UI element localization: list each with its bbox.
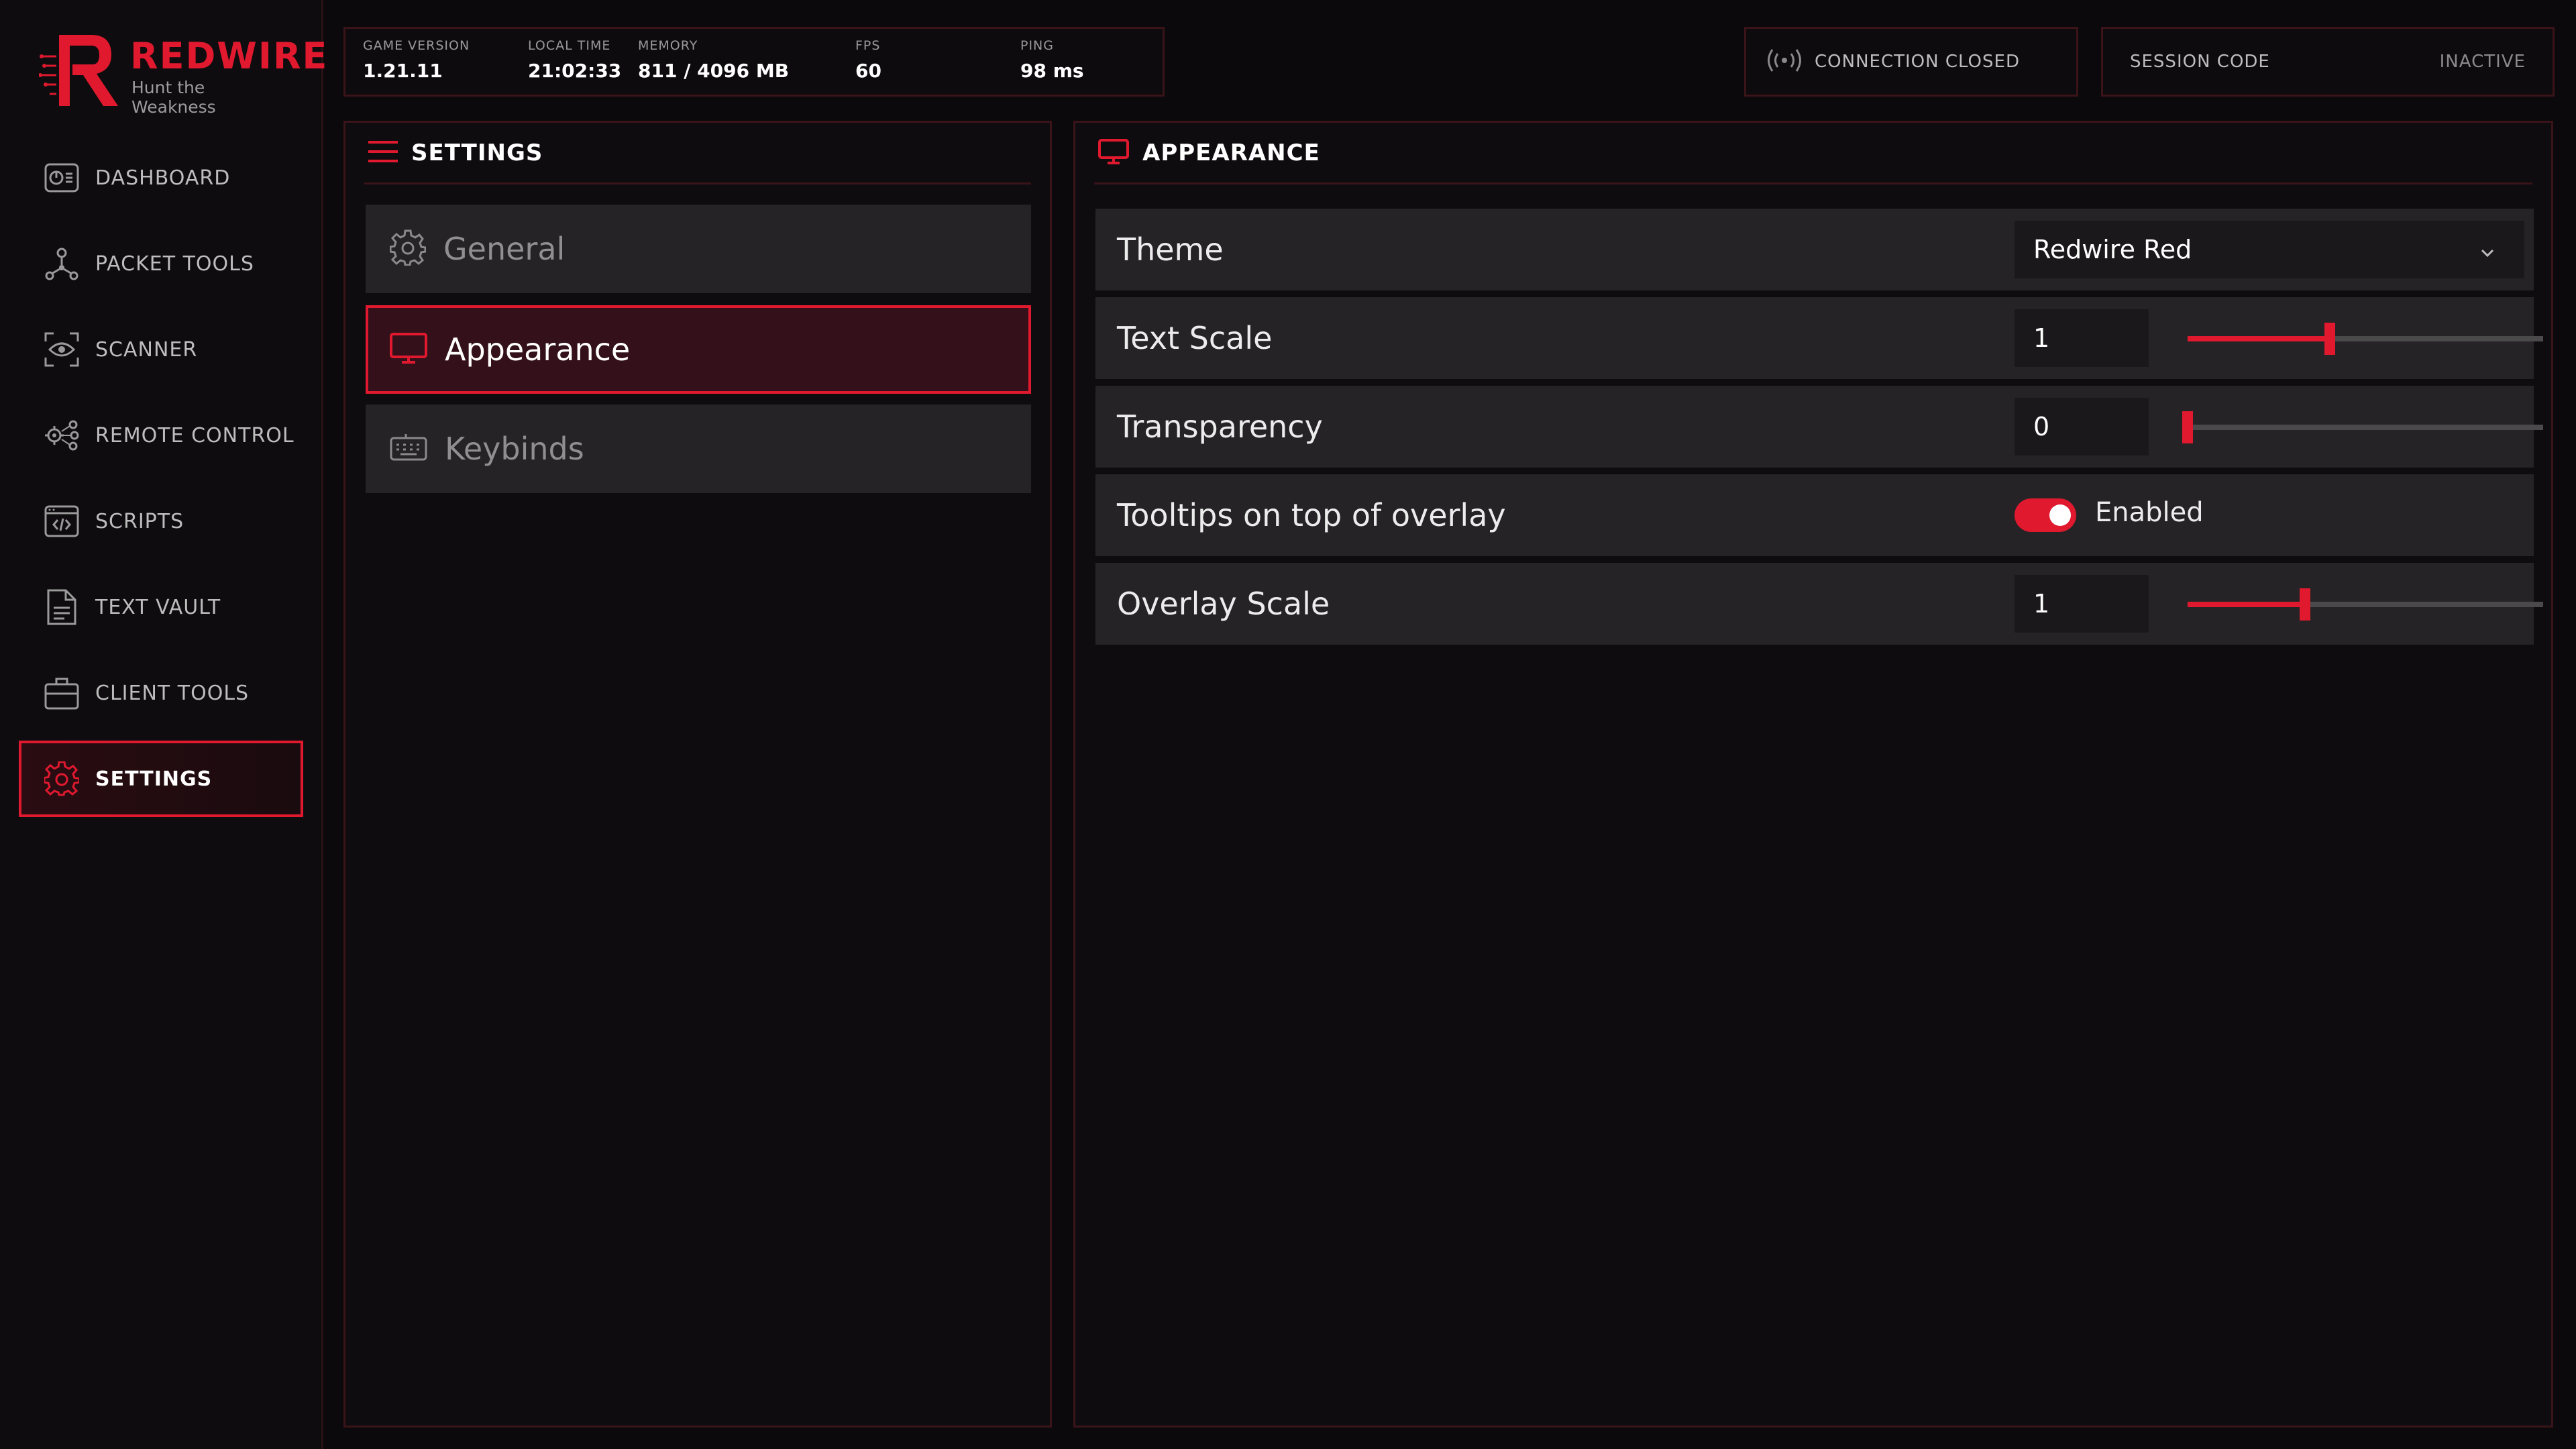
- sidebar-item-label: TEXT VAULT: [95, 595, 221, 619]
- stat-label: FPS: [855, 38, 881, 53]
- stat-fps: FPS 60: [855, 38, 881, 82]
- stat-ping: PING 98 ms: [1020, 38, 1084, 82]
- setting-label: Tooltips on top of overlay: [1117, 497, 1506, 533]
- stat-local-time: LOCAL TIME 21:02:33: [528, 38, 621, 82]
- stat-value: 1.21.11: [363, 60, 443, 82]
- appearance-panel-title: APPEARANCE: [1142, 139, 1320, 166]
- hamburger-menu-icon[interactable]: [368, 140, 398, 166]
- settings-panel-header: SETTINGS: [364, 123, 1031, 184]
- transparency-slider[interactable]: [2182, 411, 2543, 443]
- setting-label: Overlay Scale: [1117, 586, 1330, 622]
- stat-label: MEMORY: [638, 38, 698, 53]
- dashboard-icon: [43, 159, 80, 197]
- document-icon: [43, 588, 80, 626]
- sidebar-item-settings[interactable]: SETTINGS: [19, 741, 303, 817]
- session-code[interactable]: SESSION CODE INACTIVE: [2101, 27, 2555, 97]
- settings-item-label: General: [443, 231, 566, 267]
- sidebar-item-label: SCRIPTS: [95, 509, 184, 533]
- session-code-label: SESSION CODE: [2130, 52, 2270, 72]
- sidebar-item-remote-control[interactable]: REMOTE CONTROL: [19, 397, 303, 474]
- status-bar: GAME VERSION 1.21.11 LOCAL TIME 21:02:33…: [343, 27, 1165, 97]
- stat-game-version: GAME VERSION 1.21.11: [363, 38, 470, 82]
- keyboard-icon: [390, 434, 427, 464]
- setting-row-text-scale: Text Scale 1: [1095, 297, 2543, 379]
- setting-label: Theme: [1117, 231, 1224, 268]
- gear-icon: [389, 229, 427, 268]
- sidebar-item-label: PACKET TOOLS: [95, 252, 254, 276]
- monitor-icon: [1098, 138, 1129, 167]
- eye-scan-icon: [43, 331, 80, 368]
- stat-label: GAME VERSION: [363, 38, 470, 53]
- slider-thumb[interactable]: [2182, 411, 2193, 443]
- stat-memory: MEMORY 811 / 4096 MB: [638, 38, 789, 82]
- setting-label: Text Scale: [1117, 320, 1273, 356]
- setting-label: Transparency: [1117, 409, 1323, 445]
- settings-panel-title: SETTINGS: [411, 139, 543, 166]
- settings-item-label: Appearance: [445, 331, 631, 368]
- gear-icon: [43, 760, 80, 798]
- theme-dropdown[interactable]: Redwire Red: [2015, 221, 2524, 278]
- code-window-icon: [43, 502, 80, 540]
- broadcast-icon: [1765, 47, 1804, 76]
- overlay-scale-input[interactable]: 1: [2015, 575, 2149, 633]
- tooltips-toggle[interactable]: [2015, 498, 2076, 532]
- appearance-panel: APPEARANCE Theme Redwire Red Text Scale …: [1073, 121, 2553, 1428]
- setting-row-theme: Theme Redwire Red: [1095, 209, 2534, 290]
- slider-fill: [2188, 336, 2330, 341]
- sidebar-item-dashboard[interactable]: DASHBOARD: [19, 140, 303, 216]
- setting-row-overlay-scale: Overlay Scale 1: [1095, 563, 2543, 645]
- settings-panel: SETTINGS General Appearance Keybinds: [343, 121, 1052, 1428]
- text-scale-value: 1: [2033, 323, 2050, 353]
- tooltips-toggle-state: Enabled: [2095, 497, 2204, 528]
- settings-item-general[interactable]: General: [366, 205, 1031, 293]
- sidebar-item-label: SCANNER: [95, 337, 198, 362]
- stat-label: LOCAL TIME: [528, 38, 611, 53]
- sidebar-item-label: SETTINGS: [95, 767, 213, 791]
- connection-status-label: CONNECTION CLOSED: [1815, 52, 2020, 72]
- redwire-logo-icon: [39, 35, 118, 106]
- sidebar-item-text-vault[interactable]: TEXT VAULT: [19, 569, 303, 645]
- settings-item-keybinds[interactable]: Keybinds: [366, 405, 1031, 493]
- sidebar-item-packet-tools[interactable]: PACKET TOOLS: [19, 225, 303, 302]
- transparency-value: 0: [2033, 412, 2050, 441]
- stat-value: 811 / 4096 MB: [638, 60, 790, 82]
- toggle-knob: [2049, 504, 2071, 526]
- brand-tagline: Hunt the Weakness: [131, 78, 216, 117]
- slider-fill: [2188, 602, 2305, 607]
- session-code-value: INACTIVE: [2439, 52, 2526, 72]
- briefcase-icon: [43, 674, 80, 712]
- gear-network-icon: [43, 417, 80, 454]
- network-nodes-icon: [43, 245, 80, 282]
- theme-dropdown-value: Redwire Red: [2033, 235, 2192, 264]
- stat-value: 60: [855, 60, 881, 82]
- appearance-panel-header: APPEARANCE: [1094, 123, 2532, 184]
- connection-status[interactable]: CONNECTION CLOSED: [1744, 27, 2078, 97]
- settings-item-label: Keybinds: [445, 431, 584, 467]
- chevron-down-icon: [2477, 239, 2498, 269]
- text-scale-input[interactable]: 1: [2015, 309, 2149, 367]
- sidebar-item-label: DASHBOARD: [95, 166, 231, 190]
- stat-value: 98 ms: [1020, 60, 1084, 82]
- sidebar-item-scripts[interactable]: SCRIPTS: [19, 483, 303, 559]
- brand-logo: REDWIRE Hunt the Weakness: [39, 30, 327, 117]
- setting-row-tooltips: Tooltips on top of overlay Enabled: [1095, 474, 2534, 556]
- overlay-scale-value: 1: [2033, 589, 2050, 619]
- sidebar-item-label: REMOTE CONTROL: [95, 423, 294, 447]
- sidebar-item-client-tools[interactable]: CLIENT TOOLS: [19, 655, 303, 731]
- overlay-scale-slider[interactable]: [2188, 588, 2543, 621]
- settings-item-appearance[interactable]: Appearance: [366, 305, 1031, 394]
- brand-title: REDWIRE: [130, 35, 329, 77]
- stat-value: 21:02:33: [528, 60, 622, 82]
- stat-label: PING: [1020, 38, 1054, 53]
- monitor-icon: [390, 333, 427, 366]
- slider-thumb[interactable]: [2299, 588, 2310, 621]
- sidebar-item-scanner[interactable]: SCANNER: [19, 311, 303, 388]
- text-scale-slider[interactable]: [2188, 323, 2543, 355]
- setting-row-transparency: Transparency 0: [1095, 386, 2543, 468]
- transparency-input[interactable]: 0: [2015, 398, 2149, 455]
- slider-thumb[interactable]: [2324, 323, 2335, 355]
- sidebar-item-label: CLIENT TOOLS: [95, 681, 250, 705]
- sidebar: REDWIRE Hunt the Weakness DASHBOARD PACK…: [0, 0, 327, 1449]
